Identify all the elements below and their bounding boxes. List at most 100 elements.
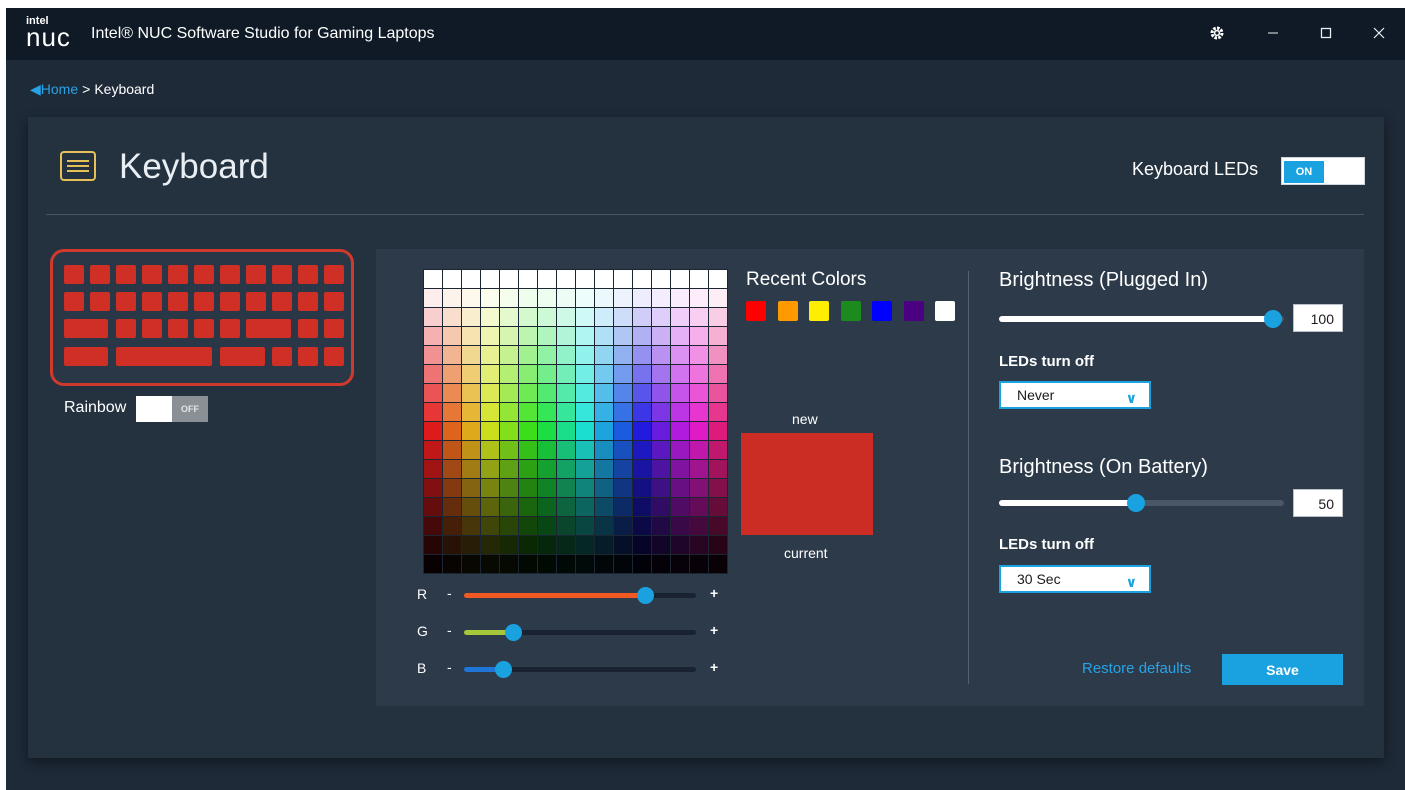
blue-slider-thumb[interactable] — [495, 661, 513, 678]
color-grid-cell[interactable] — [500, 422, 518, 440]
green-slider-thumb[interactable] — [504, 624, 522, 641]
color-grid-cell[interactable] — [424, 365, 442, 383]
color-grid-cell[interactable] — [709, 327, 727, 345]
color-grid-cell[interactable] — [595, 289, 613, 307]
color-grid-cell[interactable] — [652, 498, 670, 516]
rainbow-toggle[interactable]: OFF — [136, 396, 208, 422]
color-grid-cell[interactable] — [424, 498, 442, 516]
color-grid-cell[interactable] — [690, 517, 708, 535]
color-grid-cell[interactable] — [652, 479, 670, 497]
color-grid-cell[interactable] — [519, 384, 537, 402]
color-grid-cell[interactable] — [671, 289, 689, 307]
color-grid-cell[interactable] — [481, 270, 499, 288]
color-grid-cell[interactable] — [709, 536, 727, 554]
color-grid-cell[interactable] — [709, 384, 727, 402]
color-grid-cell[interactable] — [595, 460, 613, 478]
color-grid-cell[interactable] — [633, 289, 651, 307]
blue-increase[interactable]: + — [710, 659, 718, 675]
color-grid-cell[interactable] — [424, 460, 442, 478]
color-grid-cell[interactable] — [557, 498, 575, 516]
color-grid-cell[interactable] — [614, 289, 632, 307]
color-grid-cell[interactable] — [614, 308, 632, 326]
color-grid-cell[interactable] — [538, 365, 556, 383]
color-grid-cell[interactable] — [690, 365, 708, 383]
color-grid-cell[interactable] — [443, 479, 461, 497]
color-grid-cell[interactable] — [500, 460, 518, 478]
color-grid-cell[interactable] — [519, 327, 537, 345]
color-grid-cell[interactable] — [481, 289, 499, 307]
color-grid-cell[interactable] — [671, 308, 689, 326]
color-grid-cell[interactable] — [690, 536, 708, 554]
color-grid-cell[interactable] — [614, 270, 632, 288]
color-grid-cell[interactable] — [709, 422, 727, 440]
color-grid-cell[interactable] — [671, 498, 689, 516]
color-grid-cell[interactable] — [424, 555, 442, 573]
color-grid-cell[interactable] — [500, 479, 518, 497]
color-grid-cell[interactable] — [576, 384, 594, 402]
keyboard-leds-toggle[interactable]: ON — [1281, 157, 1365, 185]
color-grid-cell[interactable] — [500, 308, 518, 326]
color-grid-cell[interactable] — [538, 403, 556, 421]
color-grid-cell[interactable] — [481, 441, 499, 459]
brightness-plugged-slider[interactable] — [999, 310, 1284, 328]
minimize-icon[interactable] — [1258, 19, 1288, 47]
color-grid-cell[interactable] — [576, 308, 594, 326]
color-grid-cell[interactable] — [500, 555, 518, 573]
color-grid-cell[interactable] — [690, 346, 708, 364]
blue-decrease[interactable]: - — [447, 659, 452, 675]
color-grid-cell[interactable] — [424, 479, 442, 497]
recent-color-swatch[interactable] — [840, 301, 861, 321]
color-grid-cell[interactable] — [709, 460, 727, 478]
color-grid-cell[interactable] — [519, 555, 537, 573]
battery-leds-turn-off-dropdown[interactable]: 30 Sec ∨ — [999, 565, 1151, 593]
maximize-icon[interactable] — [1311, 19, 1341, 47]
color-grid-cell[interactable] — [500, 365, 518, 383]
color-grid-cell[interactable] — [690, 479, 708, 497]
color-grid-cell[interactable] — [709, 346, 727, 364]
color-grid-cell[interactable] — [462, 536, 480, 554]
color-grid-cell[interactable] — [462, 403, 480, 421]
color-grid-cell[interactable] — [690, 384, 708, 402]
color-grid-cell[interactable] — [652, 365, 670, 383]
color-grid-cell[interactable] — [709, 270, 727, 288]
color-grid-cell[interactable] — [652, 536, 670, 554]
recent-color-swatch[interactable] — [935, 301, 955, 321]
color-grid-cell[interactable] — [690, 270, 708, 288]
color-grid-cell[interactable] — [424, 441, 442, 459]
color-grid-cell[interactable] — [557, 441, 575, 459]
color-grid-cell[interactable] — [481, 460, 499, 478]
color-grid-cell[interactable] — [519, 365, 537, 383]
color-grid-cell[interactable] — [576, 270, 594, 288]
color-grid-cell[interactable] — [633, 365, 651, 383]
recent-color-swatch[interactable] — [746, 301, 766, 321]
color-grid-cell[interactable] — [519, 441, 537, 459]
color-grid-cell[interactable] — [500, 498, 518, 516]
color-grid-cell[interactable] — [462, 308, 480, 326]
color-grid-cell[interactable] — [595, 479, 613, 497]
color-grid-cell[interactable] — [614, 422, 632, 440]
color-grid-cell[interactable] — [538, 555, 556, 573]
color-grid-cell[interactable] — [576, 327, 594, 345]
color-grid-cell[interactable] — [614, 555, 632, 573]
color-grid-cell[interactable] — [652, 517, 670, 535]
red-slider[interactable] — [464, 587, 696, 604]
color-grid-cell[interactable] — [500, 536, 518, 554]
color-grid-cell[interactable] — [576, 536, 594, 554]
color-grid-cell[interactable] — [595, 403, 613, 421]
color-grid-cell[interactable] — [557, 460, 575, 478]
color-grid-cell[interactable] — [500, 403, 518, 421]
color-grid-cell[interactable] — [595, 308, 613, 326]
recent-color-swatch[interactable] — [777, 301, 798, 321]
color-grid-cell[interactable] — [671, 327, 689, 345]
color-grid-cell[interactable] — [595, 346, 613, 364]
color-grid-cell[interactable] — [614, 498, 632, 516]
color-grid-cell[interactable] — [424, 327, 442, 345]
color-grid-cell[interactable] — [652, 460, 670, 478]
color-grid-cell[interactable] — [652, 308, 670, 326]
color-grid-cell[interactable] — [652, 270, 670, 288]
color-grid-cell[interactable] — [519, 270, 537, 288]
color-grid-cell[interactable] — [614, 365, 632, 383]
color-grid-cell[interactable] — [519, 289, 537, 307]
color-grid-cell[interactable] — [462, 327, 480, 345]
color-grid-cell[interactable] — [690, 327, 708, 345]
